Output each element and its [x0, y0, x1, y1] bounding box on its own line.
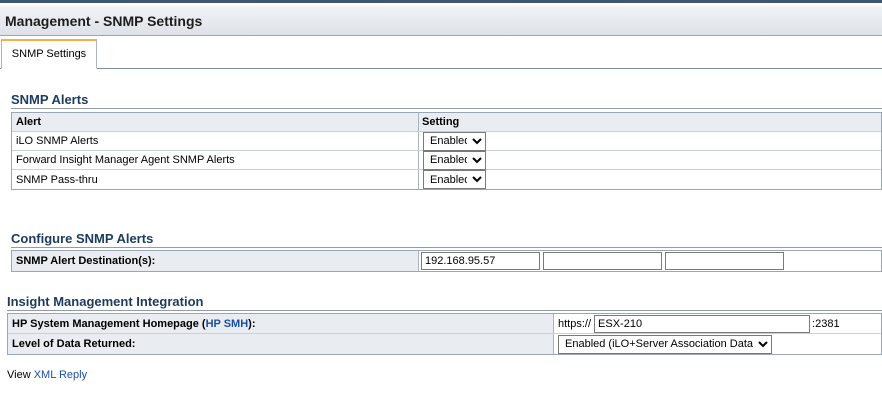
tab-strip: SNMP Settings: [0, 39, 882, 69]
alert-destination-2-input[interactable]: [543, 252, 662, 270]
hp-smh-link[interactable]: HP SMH: [206, 318, 249, 330]
level-of-data-select[interactable]: Enabled (iLO+Server Association Data): [558, 334, 772, 354]
column-divider: [418, 251, 419, 271]
homepage-label-text: HP System Management Homepage (: [12, 317, 206, 330]
view-xml-reply: View XML Reply: [7, 369, 87, 381]
configure-snmp-alerts-heading: Configure SNMP Alerts: [11, 231, 154, 246]
top-accent-line: [0, 0, 882, 3]
column-header-alert: Alert: [16, 116, 42, 128]
homepage-host-input[interactable]: [594, 314, 811, 333]
level-of-data-label: Level of Data Returned:: [8, 334, 553, 354]
table-row: iLO SNMP Alerts Enabled: [12, 131, 881, 151]
alert-destinations-label: SNMP Alert Destination(s):: [12, 251, 418, 271]
view-text: View: [7, 369, 34, 381]
homepage-label-end: ):: [248, 317, 256, 330]
homepage-value-cell: https:// :2381: [554, 314, 882, 333]
forward-insight-manager-select[interactable]: Enabled: [423, 150, 486, 170]
table-row: Forward Insight Manager Agent SNMP Alert…: [12, 150, 881, 170]
https-prefix: https://: [558, 317, 592, 330]
section-divider: [11, 247, 882, 248]
snmp-alerts-table: Alert Setting iLO SNMP Alerts Enabled Fo…: [11, 112, 882, 190]
xml-reply-link[interactable]: XML Reply: [34, 369, 87, 381]
homepage-label: HP System Management Homepage (HP SMH):: [8, 314, 553, 333]
alert-destination-3-input[interactable]: [665, 252, 784, 270]
table-header-row: Alert Setting: [12, 113, 881, 132]
insight-management-table: HP System Management Homepage (HP SMH): …: [7, 313, 882, 355]
alert-destination-1-input[interactable]: [421, 252, 540, 270]
section-divider: [7, 310, 882, 311]
table-row: Level of Data Returned: Enabled (iLO+Ser…: [8, 334, 881, 354]
column-header-setting: Setting: [422, 116, 460, 128]
alert-name: iLO SNMP Alerts: [16, 135, 99, 147]
setting-cell: Enabled: [419, 131, 486, 151]
title-bar: Management - SNMP Settings: [0, 6, 882, 36]
alert-name: SNMP Pass-thru: [16, 173, 98, 186]
alert-destinations-row: SNMP Alert Destination(s):: [11, 250, 882, 272]
setting-cell: Enabled: [419, 170, 486, 189]
ilo-snmp-alerts-select[interactable]: Enabled: [423, 131, 486, 151]
table-row: SNMP Pass-thru Enabled: [12, 170, 881, 189]
page-title: Management - SNMP Settings: [5, 13, 203, 29]
tab-snmp-settings[interactable]: SNMP Settings: [1, 39, 97, 69]
port-suffix: :2381: [812, 317, 840, 330]
alert-name: Forward Insight Manager Agent SNMP Alert…: [16, 154, 235, 166]
insight-management-heading: Insight Management Integration: [7, 294, 204, 309]
snmp-alerts-heading: SNMP Alerts: [11, 92, 89, 107]
snmp-pass-thru-select[interactable]: Enabled: [423, 170, 486, 189]
table-row: HP System Management Homepage (HP SMH): …: [8, 314, 881, 334]
level-value-cell: Enabled (iLO+Server Association Data): [554, 334, 772, 354]
section-divider: [11, 108, 882, 109]
setting-cell: Enabled: [419, 150, 486, 170]
